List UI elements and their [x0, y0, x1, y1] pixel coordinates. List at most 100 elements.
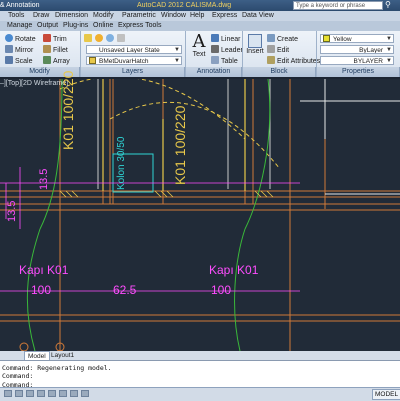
app-title: AutoCAD 2012 CALISMA.dwg — [137, 2, 232, 9]
trim-tool[interactable]: Trim — [43, 34, 67, 45]
fillet-tool[interactable]: Fillet — [43, 45, 68, 56]
lock-icon[interactable] — [117, 34, 125, 42]
insert-tool[interactable]: Insert — [244, 34, 266, 55]
lineweight-dropdown[interactable]: BYLAYER ▼ — [320, 56, 394, 65]
beam-hatch — [59, 190, 274, 198]
menu-modify[interactable]: Modify — [93, 11, 114, 21]
leader-icon — [211, 45, 219, 53]
color-value: Yellow — [333, 36, 352, 43]
menu-window[interactable]: Window — [161, 11, 186, 21]
menu-data-view[interactable]: Data View — [242, 11, 274, 21]
sun-icon[interactable] — [106, 34, 114, 42]
grid-icon[interactable] — [15, 390, 23, 397]
tab-output[interactable]: Output — [37, 21, 58, 31]
column-label: Kolon 30/50 — [116, 136, 127, 190]
create-block-icon — [267, 34, 275, 42]
array-icon — [43, 56, 51, 64]
lineweight-value: BYLAYER — [353, 58, 383, 65]
edit-block-tool[interactable]: Edit — [267, 45, 289, 56]
tab-plug-ins[interactable]: Plug-ins — [63, 21, 88, 31]
tab-online[interactable]: Online — [93, 21, 113, 31]
chevron-down-icon: ▼ — [174, 47, 180, 53]
dimension-100-right: 100 — [211, 283, 232, 297]
dimension-100-left: 100 — [31, 283, 52, 297]
linear-dimension-icon — [211, 34, 219, 42]
edit-attributes-label: Edit Attributes — [277, 58, 321, 65]
otrack-icon[interactable] — [59, 390, 67, 397]
door-swing-curve — [244, 79, 271, 230]
leader-label: Leader — [221, 47, 243, 54]
menu-parametric[interactable]: Parametric — [122, 11, 156, 21]
mirror-label: Mirror — [15, 47, 34, 54]
annotation-panel-label[interactable]: Annotation — [186, 67, 242, 77]
search-input[interactable]: Type a keyword or phrase — [293, 1, 383, 10]
osnap-icon[interactable] — [48, 390, 56, 397]
command-window[interactable]: Command: Regenerating model. Command: Co… — [0, 360, 400, 389]
table-label: Table — [221, 58, 238, 65]
scale-tool[interactable]: Scale — [5, 56, 33, 67]
command-history-line: Command: — [2, 372, 34, 380]
chevron-down-icon: ▼ — [386, 58, 392, 64]
ducs-icon[interactable] — [70, 390, 78, 397]
tab-layout1[interactable]: Layout1 — [48, 351, 77, 360]
menu-express[interactable]: Express — [212, 11, 237, 21]
layer-state-value: Unsaved Layer State — [99, 47, 160, 54]
current-layer-dropdown[interactable]: BMetDuvarHatch ▼ — [86, 56, 182, 65]
edit-label: Edit — [277, 47, 290, 54]
chevron-down-icon: ▼ — [174, 58, 180, 64]
create-block-tool[interactable]: Create — [267, 34, 298, 45]
menu-draw[interactable]: Draw — [33, 11, 49, 21]
layer-color-swatch — [89, 57, 96, 64]
model-space-button[interactable]: MODEL — [372, 389, 400, 400]
mirror-icon — [5, 45, 13, 53]
trim-icon — [43, 34, 51, 42]
polar-icon[interactable] — [37, 390, 45, 397]
rotate-tool[interactable]: Rotate — [5, 34, 36, 45]
properties-panel-label[interactable]: Properties — [317, 67, 400, 77]
grid-bubble — [19, 342, 29, 351]
mirror-tool[interactable]: Mirror — [5, 45, 33, 56]
trim-label: Trim — [53, 36, 67, 43]
linear-dimension-tool[interactable]: Linear — [211, 34, 240, 45]
fillet-icon — [43, 45, 51, 53]
table-tool[interactable]: Table — [211, 56, 238, 67]
light-bulb-icon[interactable] — [95, 34, 103, 42]
linetype-dropdown[interactable]: ByLayer ▼ — [320, 45, 394, 54]
ortho-icon[interactable] — [26, 390, 34, 397]
tab-manage[interactable]: Manage — [7, 21, 32, 31]
chevron-down-icon: ▼ — [386, 36, 392, 42]
fillet-label: Fillet — [53, 47, 68, 54]
door-label-k01-left: K01 100/220 — [60, 70, 76, 150]
dimension-13-5-top: 13.5 — [38, 168, 50, 190]
insert-label: Insert — [246, 48, 264, 55]
menu-tools[interactable]: Tools — [8, 11, 24, 21]
viewport-controls[interactable]: –][Top][2D Wireframe] — [0, 80, 68, 87]
tab-express-tools[interactable]: Express Tools — [118, 21, 161, 31]
color-dropdown[interactable]: Yellow ▼ — [320, 34, 394, 43]
chevron-down-icon: ▼ — [386, 47, 392, 53]
title-bar: g & Annotation AutoCAD 2012 CALISMA.dwg … — [0, 0, 400, 11]
door-tag-kapi-left: Kapı K01 — [19, 263, 69, 277]
layer-properties-icon[interactable] — [84, 34, 92, 42]
text-icon: A — [192, 31, 206, 52]
edit-attributes-icon — [267, 56, 275, 64]
workspace-switcher[interactable]: g & Annotation — [0, 0, 40, 11]
menu-dimension[interactable]: Dimension — [55, 11, 88, 21]
snap-icon[interactable] — [4, 390, 12, 397]
search-icon[interactable]: ⚲ — [385, 1, 393, 9]
leader-tool[interactable]: Leader — [211, 45, 243, 56]
dimension-13-5-left: 13.5 — [6, 200, 18, 222]
menu-help[interactable]: Help — [190, 11, 204, 21]
layer-state-dropdown[interactable]: Unsaved Layer State ▼ — [86, 45, 182, 54]
array-tool[interactable]: Array — [43, 56, 70, 67]
door-tag-kapi-right: Kapı K01 — [209, 263, 259, 277]
text-tool[interactable]: A Text — [188, 31, 210, 59]
block-panel-label[interactable]: Block — [243, 67, 316, 77]
scale-icon — [5, 56, 13, 64]
edit-attributes-tool[interactable]: Edit Attributes — [267, 56, 320, 67]
linetype-value: ByLayer — [359, 47, 383, 54]
command-history-line: Command: Regenerating model. — [2, 364, 112, 372]
layers-panel-label[interactable]: Layers — [81, 67, 185, 77]
scale-label: Scale — [15, 58, 33, 65]
dyn-icon[interactable] — [81, 390, 89, 397]
